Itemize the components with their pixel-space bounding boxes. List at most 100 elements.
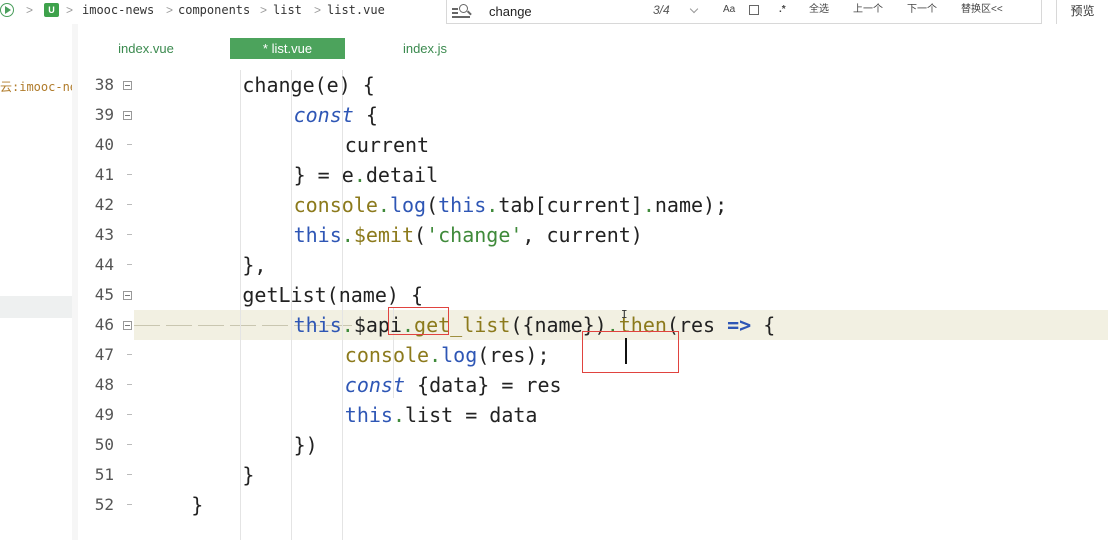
- line-number-row[interactable]: 51: [78, 460, 134, 490]
- line-number-row[interactable]: 40: [78, 130, 134, 160]
- code-line[interactable]: }: [242, 460, 254, 490]
- breadcrumb-item-file[interactable]: list.vue: [327, 0, 385, 22]
- indent-guide: [240, 70, 241, 540]
- code-token: .: [392, 403, 406, 427]
- line-number-row[interactable]: 41: [78, 160, 134, 190]
- code-token: (: [426, 193, 439, 217]
- line-number-row[interactable]: 48: [78, 370, 134, 400]
- chevron-down-icon[interactable]: [689, 4, 699, 14]
- line-number-row[interactable]: 52: [78, 490, 134, 520]
- code-token: log: [441, 343, 478, 367]
- line-number-row[interactable]: 39: [78, 100, 134, 130]
- code-area[interactable]: change(e) {const {current} = e.detail con…: [134, 70, 1108, 540]
- match-case-toggle[interactable]: Aa: [723, 0, 735, 20]
- top-toolbar: > U > imooc-news > components > list > l…: [0, 0, 1108, 24]
- code-line[interactable]: } = e.detail: [294, 160, 439, 190]
- code-token: .: [341, 313, 354, 337]
- fold-collapse-icon[interactable]: [123, 321, 132, 330]
- explorer-selected-row[interactable]: [0, 296, 72, 318]
- line-number-row[interactable]: 38: [78, 70, 134, 100]
- code-line[interactable]: },: [242, 250, 266, 280]
- ibeam-cursor-icon: I: [621, 308, 628, 321]
- line-number: 45: [94, 285, 114, 304]
- line-number-row[interactable]: 49: [78, 400, 134, 430]
- code-line[interactable]: getList(name) {: [242, 280, 423, 310]
- breadcrumb-item-folder[interactable]: components: [178, 0, 250, 22]
- line-number-row[interactable]: 42: [78, 190, 134, 220]
- line-number: 38: [94, 75, 114, 94]
- project-icon[interactable]: U: [44, 3, 59, 17]
- code-token: const: [344, 373, 406, 397]
- line-number-row[interactable]: 50: [78, 430, 134, 460]
- search-icon[interactable]: [452, 3, 472, 19]
- search-input[interactable]: [489, 2, 639, 20]
- code-line[interactable]: this.$emit('change', current): [294, 220, 643, 250]
- code-token: 'change': [426, 223, 523, 247]
- code-line[interactable]: const {data} = res: [345, 370, 562, 400]
- chevron-right-icon: >: [26, 3, 34, 17]
- code-token: .: [429, 343, 442, 367]
- line-number: 51: [94, 465, 114, 484]
- code-token: },: [242, 253, 267, 277]
- run-icon[interactable]: [0, 3, 14, 17]
- fold-guide-icon: [127, 130, 132, 160]
- code-token: this: [344, 403, 393, 427]
- code-token: list = data: [405, 403, 538, 427]
- whole-word-icon[interactable]: [749, 5, 759, 15]
- fold-guide-icon: [127, 490, 132, 520]
- breadcrumb-item-subfolder[interactable]: list: [273, 0, 302, 22]
- preview-button[interactable]: 预览: [1056, 0, 1108, 24]
- line-number-row[interactable]: 46: [78, 310, 134, 340]
- tab-index-js[interactable]: index.js: [378, 38, 472, 59]
- line-number-row[interactable]: 45: [78, 280, 134, 310]
- code-line[interactable]: const {: [294, 100, 378, 130]
- code-line[interactable]: }): [294, 430, 318, 460]
- fold-guide-icon: [127, 430, 132, 460]
- code-token: {: [751, 313, 776, 337]
- line-number: 41: [94, 165, 114, 184]
- line-number: 48: [94, 375, 114, 394]
- code-token: (res);: [477, 343, 550, 367]
- line-number: 39: [94, 105, 114, 124]
- annotation-box-arg: [582, 331, 679, 373]
- replace-toggle-button[interactable]: 替换区<<: [961, 0, 1003, 20]
- line-number: 49: [94, 405, 114, 424]
- chevron-right-icon: >: [166, 3, 174, 17]
- code-token: this: [293, 313, 342, 337]
- fold-guide-icon: [127, 460, 132, 490]
- text-caret: [625, 338, 627, 364]
- line-number-row[interactable]: 43: [78, 220, 134, 250]
- tab-index-vue[interactable]: index.vue: [98, 38, 194, 59]
- fold-collapse-icon[interactable]: [123, 291, 132, 300]
- explorer-project-label[interactable]: 云:imooc-news: [0, 78, 72, 95]
- fold-guide-icon: [127, 250, 132, 280]
- fold-collapse-icon[interactable]: [123, 111, 132, 120]
- code-line[interactable]: change(e) {: [242, 70, 374, 100]
- regex-toggle[interactable]: .*: [779, 0, 786, 20]
- breadcrumb-item-project[interactable]: imooc-news: [82, 0, 154, 22]
- line-number-row[interactable]: 44: [78, 250, 134, 280]
- code-token: this: [438, 193, 487, 217]
- code-line[interactable]: }: [191, 490, 203, 520]
- annotation-box-param: [388, 307, 449, 335]
- find-bar: 3/4 Aa .* 全选 上一个 下一个 替换区<<: [446, 0, 1042, 24]
- code-line[interactable]: console.log(this.tab[current].name);: [294, 190, 728, 220]
- code-line[interactable]: this.list = data: [345, 400, 538, 430]
- code-line[interactable]: console.log(res);: [345, 340, 550, 370]
- code-token: const: [293, 103, 354, 127]
- code-token: console: [293, 193, 378, 217]
- code-token: .: [377, 193, 390, 217]
- line-number-row[interactable]: 47: [78, 340, 134, 370]
- code-token: , current): [522, 223, 643, 247]
- fold-collapse-icon[interactable]: [123, 81, 132, 90]
- fold-guide-icon: [127, 160, 132, 190]
- select-all-button[interactable]: 全选: [809, 0, 829, 20]
- find-previous-button[interactable]: 上一个: [853, 0, 883, 20]
- find-next-button[interactable]: 下一个: [907, 0, 937, 20]
- code-token: log: [389, 193, 427, 217]
- tab-list-vue[interactable]: * list.vue: [230, 38, 345, 59]
- code-line[interactable]: current: [345, 130, 429, 160]
- code-token: current: [344, 133, 430, 157]
- fold-guide-icon: [127, 400, 132, 430]
- code-line[interactable]: this.$api.get_list({name}).then(res => {: [294, 310, 776, 340]
